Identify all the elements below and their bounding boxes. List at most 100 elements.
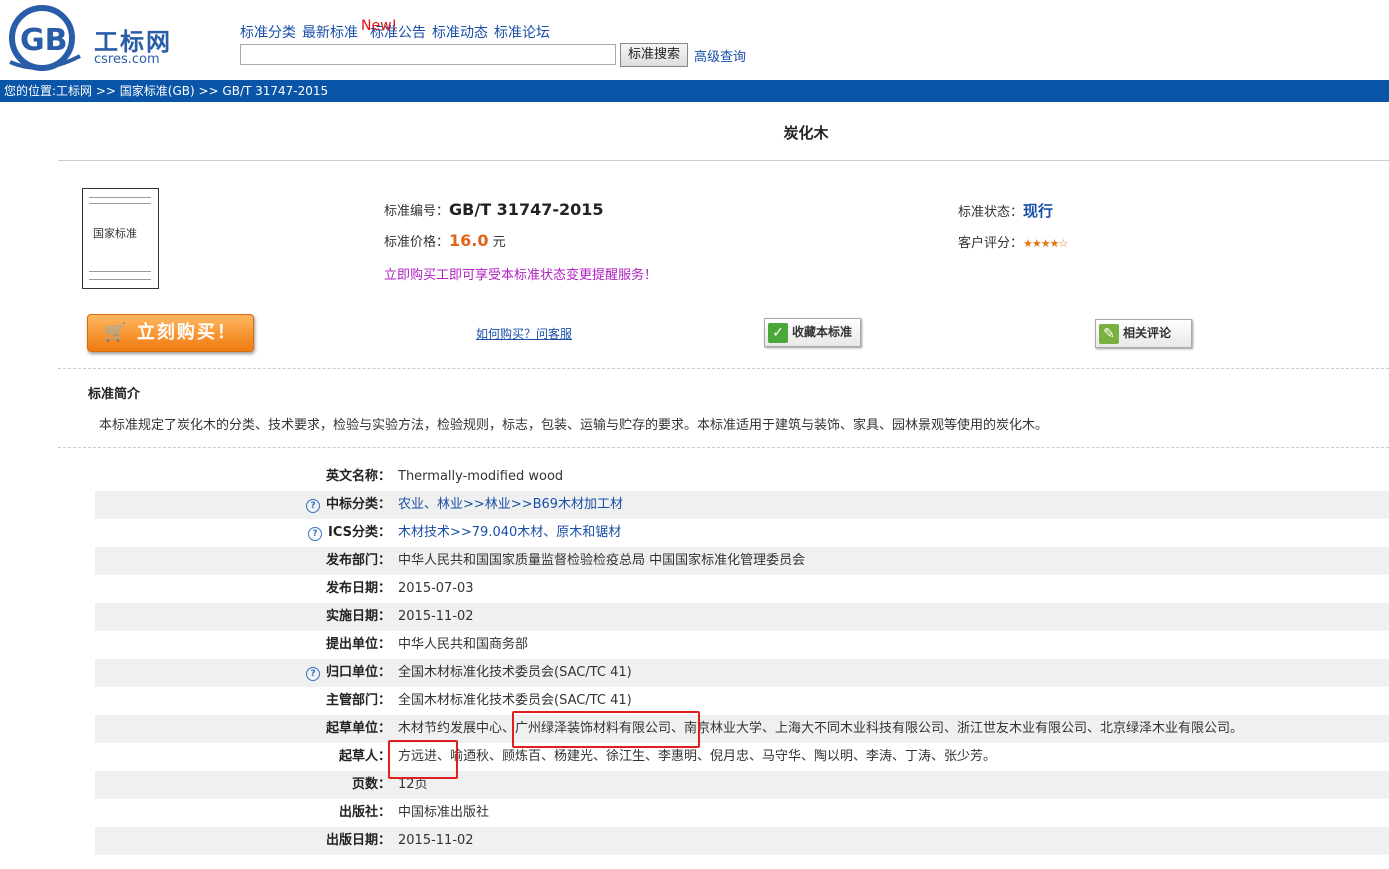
detail-label: ? 中标分类： — [95, 491, 391, 519]
detail-label-text: 提出单位： — [325, 637, 391, 652]
detail-label-text: ICS分类： — [328, 525, 391, 540]
detail-value: 全国木材标准化技术委员会(SAC/TC 41) — [398, 665, 632, 680]
cart-icon: 🛒 — [104, 322, 137, 343]
detail-value[interactable]: 农业、林业>>林业>>B69木材加工材 — [398, 491, 623, 519]
page-title: 炭化木 — [783, 124, 829, 142]
detail-row: 发布日期： 2015-07-03 — [95, 575, 1389, 603]
detail-row: 英文名称： Thermally-modified wood — [95, 463, 1389, 491]
nav-news[interactable]: 标准动态 — [432, 25, 488, 41]
search-input[interactable] — [240, 44, 616, 65]
cover-line — [89, 279, 151, 280]
detail-value: 2015-11-02 — [398, 609, 474, 624]
detail-label: ? ICS分类： — [95, 519, 391, 547]
detail-label-text: 起草单位： — [325, 721, 391, 736]
detail-row: 提出单位： 中华人民共和国商务部 — [95, 631, 1389, 659]
buy-now-button[interactable]: 🛒 立刻购买！ — [87, 314, 254, 352]
new-badge: New! — [361, 18, 398, 34]
price-label: 标准价格： — [384, 235, 450, 250]
detail-label: 主管部门： — [95, 687, 391, 715]
detail-label: 实施日期： — [95, 603, 391, 631]
divider — [58, 368, 1389, 369]
edit-icon: ✎ — [1099, 323, 1119, 344]
detail-table: 英文名称： Thermally-modified wood? 中标分类： 农业、林业>… — [95, 463, 1389, 855]
price-value: 16.0 — [449, 231, 489, 250]
how-to-buy-link[interactable]: 如何购买？问客服 — [476, 325, 572, 342]
status-value: 现行 — [1023, 202, 1054, 220]
advanced-search-link[interactable]: 高级查询 — [694, 46, 746, 65]
detail-value: 中华人民共和国商务部 — [398, 637, 529, 652]
site-logo[interactable]: GB 工标网 csres.com — [6, 4, 176, 72]
highlight-box — [388, 740, 458, 779]
detail-label-text: 出版日期： — [325, 833, 391, 848]
detail-row: 起草单位： 木材节约发展中心、广州绿泽装饰材料有限公司、南京林业大学、上海大不同木… — [95, 715, 1389, 743]
price-unit: 元 — [488, 235, 506, 250]
detail-label: ? 归口单位： — [95, 659, 391, 687]
standard-number-value: GB/T 31747-2015 — [449, 200, 604, 219]
search-button[interactable]: 标准搜索 — [620, 43, 688, 67]
breadcrumb: 您的位置:工标网 >> 国家标准(GB) >> GB/T 31747-2015 — [0, 80, 1389, 102]
promo-link[interactable]: 立即购买工即可享受本标准状态变更提醒服务！ — [384, 264, 657, 283]
standard-number-label: 标准编号： — [384, 204, 450, 219]
customer-rating: 客户评分：★★★★☆ — [958, 232, 1068, 251]
svg-text:GB: GB — [20, 23, 68, 58]
reviews-button[interactable]: ✎ 相关评论 — [1095, 319, 1192, 348]
detail-label: 起草单位： — [95, 715, 391, 743]
cover-line — [89, 271, 151, 272]
detail-label-text: 页数： — [351, 777, 391, 792]
detail-label: 发布日期： — [95, 575, 391, 603]
detail-label: 出版社： — [95, 799, 391, 827]
detail-label: 英文名称： — [95, 463, 391, 491]
divider — [58, 447, 1389, 448]
logo-domain: csres.com — [94, 52, 160, 67]
intro-heading: 标准简介 — [88, 387, 141, 402]
detail-label-text: 发布日期： — [325, 581, 391, 596]
intro-text: 本标准规定了炭化木的分类、技术要求，检验与实验方法，检验规则，标志，包装、运输与… — [99, 418, 1049, 433]
site-header: GB 工标网 csres.com 标准分类 最新标准 标准公告 标准动态 标准论坛 Ne… — [0, 0, 1389, 78]
status-label: 标准状态： — [958, 205, 1024, 220]
help-icon[interactable]: ? — [305, 499, 320, 513]
detail-row: ? 归口单位： 全国木材标准化技术委员会(SAC/TC 41) — [95, 659, 1389, 687]
detail-row: ? ICS分类： 木材技术>>79.040木材、原木和锯材 — [95, 519, 1389, 547]
detail-label-text: 归口单位： — [325, 665, 391, 680]
cover-line — [89, 203, 151, 204]
detail-label: 起草人： — [95, 743, 391, 771]
rating-label: 客户评分： — [958, 236, 1024, 251]
highlight-box — [512, 711, 700, 748]
standard-status: 标准状态：现行 — [958, 200, 1053, 221]
detail-row: 页数： 12页 — [95, 771, 1389, 799]
detail-value[interactable]: 木材技术>>79.040木材、原木和锯材 — [398, 519, 621, 547]
detail-label-text: 英文名称： — [325, 469, 391, 484]
rating-stars-icon: ★★★★☆ — [1023, 237, 1068, 250]
detail-label: 发布部门： — [95, 547, 391, 575]
favorite-button[interactable]: ✓ 收藏本标准 — [764, 318, 861, 347]
nav-latest-standards[interactable]: 最新标准 — [302, 25, 358, 41]
detail-label-text: 主管部门： — [325, 693, 391, 708]
detail-label-text: 实施日期： — [325, 609, 391, 624]
standard-cover-image[interactable]: 国家标准 — [82, 188, 159, 289]
detail-row: 主管部门： 全国木材标准化技术委员会(SAC/TC 41) — [95, 687, 1389, 715]
gb-logo-icon: GB — [9, 5, 81, 71]
detail-label: 提出单位： — [95, 631, 391, 659]
detail-row: 出版社： 中国标准出版社 — [95, 799, 1389, 827]
detail-label: 页数： — [95, 771, 391, 799]
top-nav: 标准分类 最新标准 标准公告 标准动态 标准论坛 — [240, 22, 556, 42]
check-icon: ✓ — [768, 322, 788, 343]
detail-value: 中国标准出版社 — [398, 805, 490, 820]
help-icon[interactable]: ? — [305, 667, 320, 681]
detail-label: 出版日期： — [95, 827, 391, 855]
nav-forum[interactable]: 标准论坛 — [494, 25, 550, 41]
help-icon[interactable]: ? — [308, 527, 323, 541]
detail-row: ? 中标分类： 农业、林业>>林业>>B69木材加工材 — [95, 491, 1389, 519]
standard-price: 标准价格：16.0 元 — [384, 231, 506, 250]
cover-line — [89, 197, 151, 198]
detail-value: 2015-07-03 — [398, 581, 474, 596]
nav-standard-category[interactable]: 标准分类 — [240, 25, 296, 41]
reviews-label: 相关评论 — [1123, 326, 1172, 340]
favorite-label: 收藏本标准 — [792, 325, 853, 339]
detail-label-text: 发布部门： — [325, 553, 391, 568]
detail-value: 2015-11-02 — [398, 833, 474, 848]
detail-label-text: 起草人： — [338, 749, 391, 764]
detail-row: 实施日期： 2015-11-02 — [95, 603, 1389, 631]
standard-number: 标准编号：GB/T 31747-2015 — [384, 200, 604, 219]
detail-label-text: 出版社： — [338, 805, 391, 820]
